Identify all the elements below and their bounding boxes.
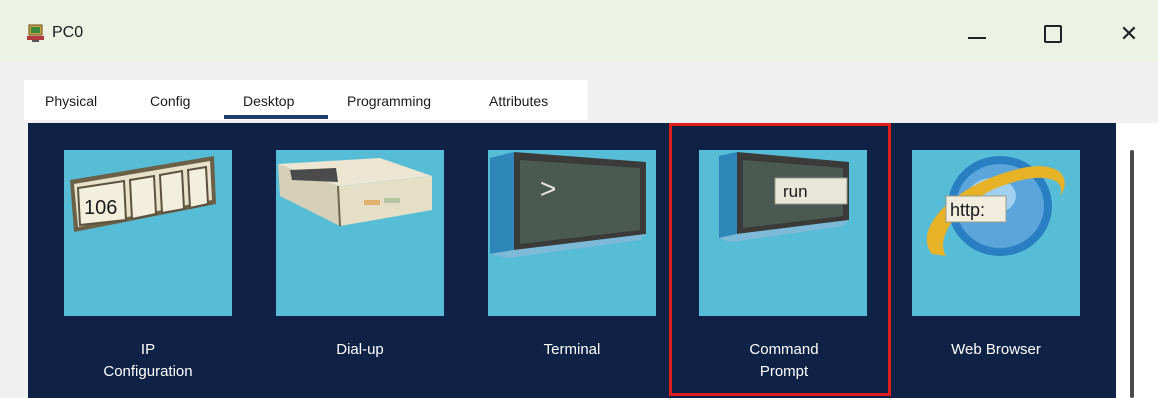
terminal-label: Terminal [543, 341, 601, 358]
maximize-icon [1044, 25, 1062, 43]
ip-configuration-label: IP Configuration [103, 341, 193, 380]
minimize-button[interactable] [954, 14, 1000, 54]
close-button[interactable]: ✕ [1106, 14, 1152, 54]
web-browser-label: Web Browser [951, 341, 1041, 358]
ip-configuration-icon: 106 [70, 156, 216, 232]
web-browser-tile[interactable]: http: [912, 150, 1080, 316]
tab-desktop[interactable]: Desktop [243, 93, 294, 109]
maximize-button[interactable] [1030, 14, 1076, 54]
dial-up-modem-icon [278, 158, 432, 227]
command-prompt-highlight [669, 123, 891, 396]
close-icon: ✕ [1119, 21, 1139, 46]
window-title: PC0 [52, 24, 84, 41]
pc-icon [27, 24, 44, 42]
minimize-icon [968, 37, 986, 39]
dial-up-label: Dial-up [336, 341, 384, 358]
ip-configuration-icon-text: 106 [84, 197, 117, 219]
web-browser-icon-text: http: [950, 200, 985, 220]
terminal-icon: > [490, 152, 646, 258]
tab-programming[interactable]: Programming [347, 93, 431, 109]
ip-configuration-tile[interactable]: 106 [64, 150, 232, 316]
scrollbar-thumb[interactable] [1130, 150, 1134, 398]
selected-tab-indicator [224, 115, 328, 119]
dial-up-tile[interactable] [276, 150, 444, 316]
terminal-tile[interactable]: > [488, 150, 656, 316]
tab-config[interactable]: Config [150, 93, 190, 109]
tab-attributes[interactable]: Attributes [489, 93, 548, 109]
terminal-icon-text: > [540, 173, 556, 204]
web-browser-icon: http: [926, 156, 1065, 256]
scrollbar-track[interactable] [1116, 123, 1158, 398]
tab-physical[interactable]: Physical [45, 93, 97, 109]
